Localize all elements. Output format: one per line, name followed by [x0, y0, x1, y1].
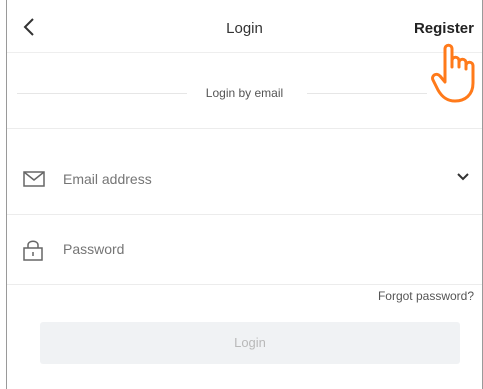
login-button[interactable]: Login: [40, 322, 460, 364]
forgot-password-link[interactable]: Forgot password?: [378, 289, 474, 303]
envelope-icon: [23, 171, 45, 187]
login-screen: Login Register Login by email Forgot pas…: [6, 0, 483, 389]
section-divider: [7, 128, 482, 129]
email-input[interactable]: [63, 144, 423, 214]
register-link[interactable]: Register: [414, 20, 474, 37]
header-bar: Login Register: [7, 0, 482, 53]
divider-right: [307, 93, 427, 94]
password-input[interactable]: [63, 214, 423, 284]
chevron-down-icon[interactable]: [456, 172, 470, 182]
email-field[interactable]: [7, 144, 482, 215]
page-title: Login: [226, 20, 263, 37]
lock-icon: [23, 240, 43, 261]
password-field[interactable]: [7, 214, 482, 285]
